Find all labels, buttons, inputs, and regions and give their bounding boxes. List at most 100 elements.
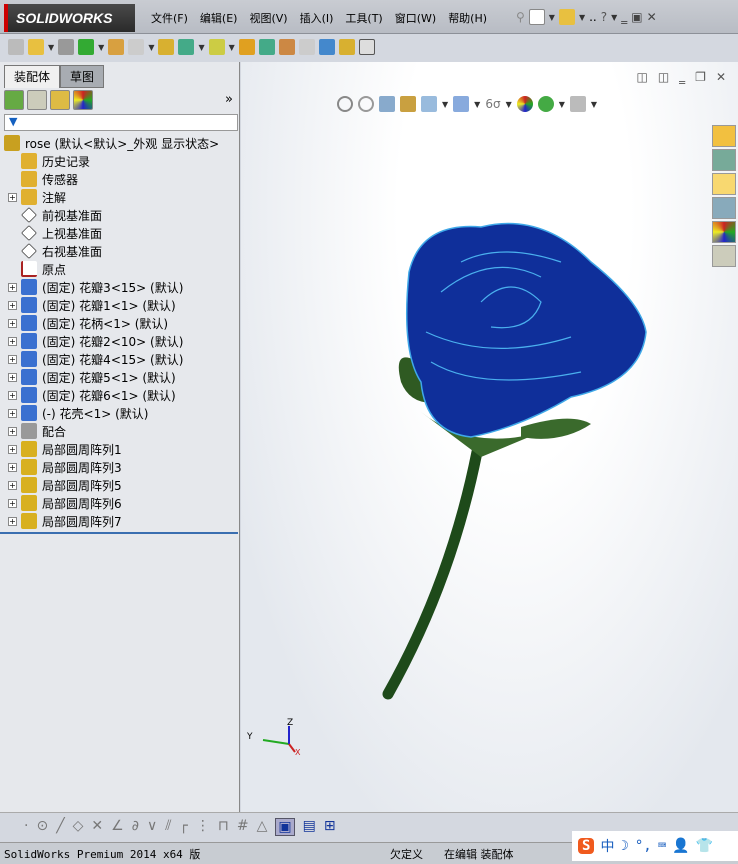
tree-item[interactable]: + 局部圆周阵列6 (4, 494, 238, 512)
tree-item[interactable]: 历史记录 (4, 152, 238, 170)
tree-item[interactable]: rose (默认<默认>_外观 显示状态> (4, 134, 238, 152)
punctuation-icon[interactable]: °, (635, 838, 652, 854)
trim-icon[interactable]: ✕ (91, 818, 103, 836)
menu-item[interactable]: 文件(F) (145, 10, 194, 26)
menu-item[interactable]: 窗口(W) (389, 10, 442, 26)
show-hidden-icon[interactable] (158, 39, 175, 55)
chamfer-icon[interactable]: ∨ (147, 818, 157, 836)
interference-icon[interactable] (318, 39, 335, 55)
view-palette-icon[interactable] (712, 197, 736, 219)
spline-icon[interactable]: ⋮ (196, 818, 210, 836)
filter-input[interactable]: ▼ (4, 114, 238, 131)
display-manager-icon[interactable] (73, 90, 93, 110)
more-icon[interactable]: .. (589, 10, 597, 24)
fillet-icon[interactable]: ∂ (132, 818, 139, 836)
expand-toggle[interactable]: + (8, 318, 17, 328)
property-manager-icon[interactable] (27, 90, 47, 110)
expand-toggle[interactable]: + (8, 426, 17, 436)
expand-toggle[interactable]: + (8, 300, 17, 310)
open-icon[interactable] (558, 9, 575, 25)
new-motion-study-icon[interactable] (238, 39, 255, 55)
expand-toggle[interactable]: + (8, 498, 17, 508)
tree-item[interactable]: + 局部圆周阵列1 (4, 440, 238, 458)
edit-component-icon[interactable] (8, 39, 24, 55)
reference-geometry-icon[interactable] (208, 39, 225, 55)
help-icon[interactable]: ? (601, 10, 607, 24)
corner-icon[interactable]: ┌ (179, 818, 187, 836)
graphics-viewport[interactable]: ◫ ◫ ‗ ❐ ✕ ▼ ▼ 6σ ▼ ▼ ▼ Y Z X (241, 62, 738, 812)
sogou-logo-icon[interactable]: S (578, 838, 595, 854)
four-view-icon[interactable]: ⊞ (324, 818, 336, 836)
instant3d-icon[interactable] (338, 39, 355, 55)
appearances-icon[interactable] (712, 221, 736, 243)
expand-panel-button[interactable]: » (225, 92, 233, 107)
menu-item[interactable]: 插入(I) (294, 10, 340, 26)
menu-item[interactable]: 编辑(E) (194, 10, 244, 26)
linear-pattern-icon[interactable] (78, 39, 95, 55)
3d-view-icon[interactable]: ▣ (275, 818, 295, 836)
offset-icon[interactable]: ⫽ (165, 818, 171, 836)
menu-item[interactable]: 视图(V) (243, 10, 293, 26)
expand-toggle[interactable]: + (8, 336, 17, 346)
tab-assembly[interactable]: 装配体 (4, 65, 61, 88)
tree-item[interactable]: + (固定) 花瓣2<10> (默认) (4, 332, 238, 350)
solidworks-logo[interactable]: SOLIDWORKS (4, 4, 135, 32)
tree-item[interactable]: + 局部圆周阵列3 (4, 458, 238, 476)
home-icon[interactable] (712, 125, 736, 147)
tree-item[interactable]: + (固定) 花瓣3<15> (默认) (4, 278, 238, 296)
tree-item[interactable]: + (固定) 花瓣1<1> (默认) (4, 296, 238, 314)
close-icon[interactable]: ✕ (647, 10, 657, 24)
expand-toggle[interactable]: + (8, 192, 17, 202)
keyboard-icon[interactable]: ⌨ (658, 838, 666, 854)
tab-sketch[interactable]: 草图 (60, 65, 105, 88)
expand-toggle[interactable]: + (8, 282, 17, 292)
expand-toggle[interactable]: + (8, 390, 17, 400)
triangle-icon[interactable]: △ (257, 818, 268, 836)
minimize-icon[interactable]: ‗ (621, 10, 627, 24)
expand-toggle[interactable]: + (8, 516, 17, 526)
tree-item[interactable]: + 注解 (4, 188, 238, 206)
feature-manager-icon[interactable] (4, 90, 24, 110)
tree-item[interactable]: + (固定) 花瓣4<15> (默认) (4, 350, 238, 368)
tree-item[interactable]: 前视基准面 (4, 206, 238, 224)
user-icon[interactable]: 👤 (672, 838, 689, 854)
tree-item[interactable]: + 配合 (4, 422, 238, 440)
grid-icon[interactable]: # (237, 818, 249, 836)
move-component-icon[interactable] (128, 39, 145, 55)
tree-item[interactable]: 原点 (4, 260, 238, 278)
pin-icon[interactable]: ⚲ (516, 10, 525, 24)
custom-properties-icon[interactable] (712, 245, 736, 267)
tree-item[interactable]: + (-) 花壳<1> (默认) (4, 404, 238, 422)
assembly-features-icon[interactable] (178, 39, 195, 55)
single-view-icon[interactable]: ▤ (303, 818, 316, 836)
maximize-icon[interactable]: ▣ (631, 10, 642, 24)
mate-icon[interactable] (58, 39, 75, 55)
point-icon[interactable]: · (24, 818, 28, 836)
filter-icon[interactable]: ▼ (9, 115, 17, 128)
polygon-icon[interactable]: ◇ (73, 818, 84, 836)
design-library-icon[interactable] (712, 149, 736, 171)
expand-toggle[interactable]: + (8, 354, 17, 364)
expand-toggle[interactable]: + (8, 408, 17, 418)
dimension-icon[interactable]: ⊓ (218, 818, 229, 836)
bill-of-materials-icon[interactable] (258, 39, 275, 55)
file-explorer-icon[interactable] (712, 173, 736, 195)
smart-fasteners-icon[interactable] (108, 39, 125, 55)
half-width-icon[interactable]: ☽ (620, 838, 628, 854)
rose-model[interactable] (241, 62, 738, 812)
menu-item[interactable]: 帮助(H) (442, 10, 493, 26)
skin-icon[interactable]: 👕 (696, 838, 713, 854)
tree-item[interactable]: + (固定) 花瓣5<1> (默认) (4, 368, 238, 386)
tree-item[interactable]: + 局部圆周阵列5 (4, 476, 238, 494)
snapshot-icon[interactable] (358, 39, 375, 55)
tree-item[interactable]: 上视基准面 (4, 224, 238, 242)
insert-component-icon[interactable] (28, 39, 44, 55)
tree-item[interactable]: 右视基准面 (4, 242, 238, 260)
circle-icon[interactable]: ⊙ (36, 818, 48, 836)
expand-toggle[interactable]: + (8, 462, 17, 472)
line-icon[interactable]: ╱ (56, 818, 64, 836)
tree-item[interactable]: + 局部圆周阵列7 (4, 512, 238, 530)
exploded-view-icon[interactable] (278, 39, 295, 55)
explode-line-icon[interactable] (298, 39, 315, 55)
tree-item[interactable]: 传感器 (4, 170, 238, 188)
